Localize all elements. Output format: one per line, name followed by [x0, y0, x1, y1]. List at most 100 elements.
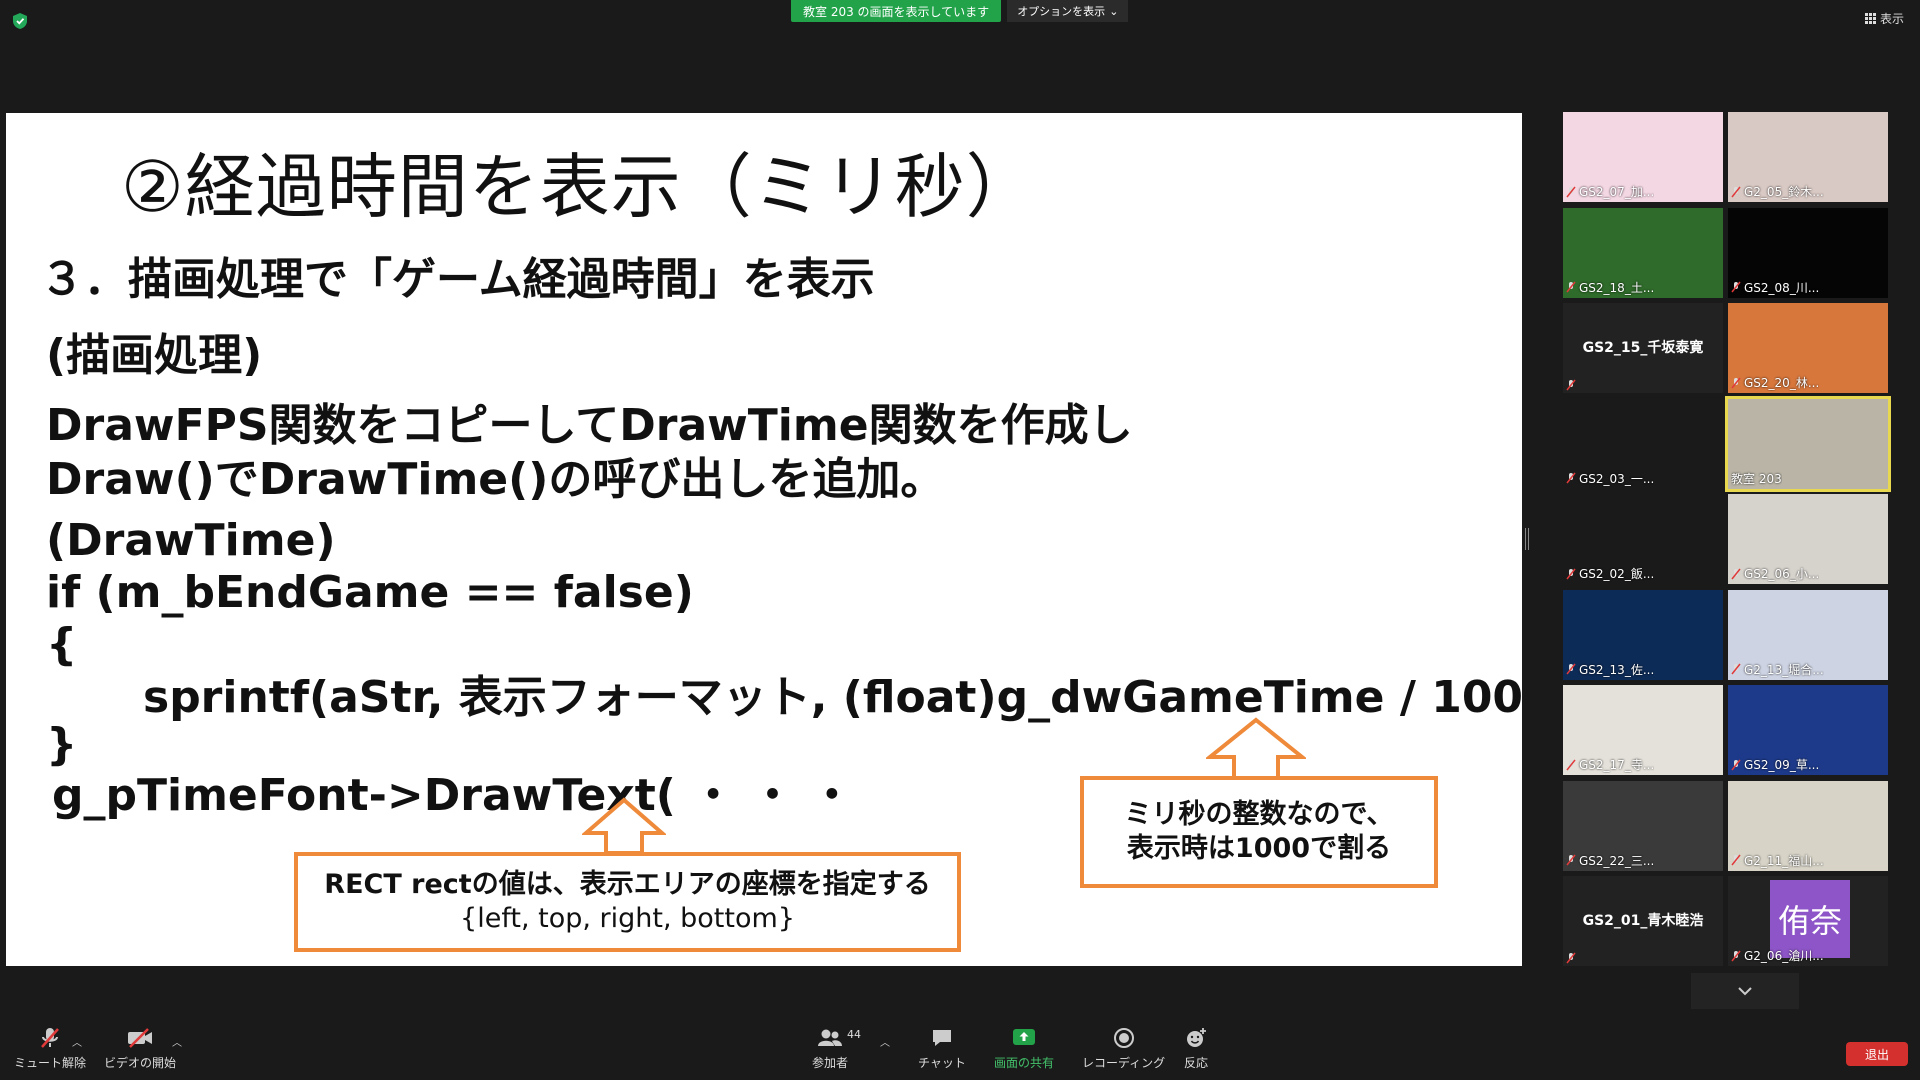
- view-button[interactable]: 表示: [1864, 10, 1904, 27]
- audio-options-caret-icon[interactable]: ︿: [72, 1034, 82, 1049]
- security-shield-icon[interactable]: [12, 12, 28, 30]
- mic-muted-icon: [1566, 854, 1576, 866]
- callout-line: RECT rectの値は、表示エリアの座標を指定する: [324, 869, 931, 901]
- participant-tile[interactable]: GS2_09_草...: [1728, 685, 1888, 775]
- mic-muted-icon: [1566, 952, 1576, 964]
- participant-name: GS2_17_寺...: [1579, 758, 1655, 772]
- participant-name-label: GS2_02_飯...: [1566, 565, 1654, 582]
- share-screen-button[interactable]: 画面の共有: [994, 1026, 1054, 1071]
- view-options-button[interactable]: オプションを表示 ⌄: [1007, 0, 1129, 22]
- slide-step-heading: ３．描画処理で「ゲーム経過時間」を表示: [40, 254, 875, 305]
- participant-tile[interactable]: GS2_06_小...: [1728, 494, 1888, 584]
- participant-name-label: G2_05_鈴木...: [1731, 183, 1824, 200]
- participant-name: GS2_20_林...: [1744, 376, 1820, 390]
- participant-name-label: GS2_08_川...: [1731, 279, 1819, 296]
- start-video-button[interactable]: ビデオの開始: [104, 1026, 176, 1071]
- split-resize-handle[interactable]: [1525, 528, 1529, 550]
- participant-name: GS2_01_青木睦浩: [1582, 913, 1704, 929]
- participant-name-label: G2_13_堀合...: [1731, 661, 1824, 678]
- callout-arrow: [1206, 717, 1306, 781]
- participant-tile[interactable]: GS2_01_青木睦浩: [1563, 876, 1723, 966]
- participant-tile[interactable]: G2_11_福山...: [1728, 780, 1888, 871]
- callout-arrow: [582, 797, 666, 855]
- grid-icon: [1864, 13, 1876, 24]
- chat-button[interactable]: チャット: [918, 1026, 966, 1071]
- start-video-label: ビデオの開始: [104, 1056, 177, 1070]
- mic-muted-icon: [1731, 281, 1741, 293]
- reactions-button[interactable]: 反応: [1184, 1026, 1208, 1071]
- participant-tile[interactable]: GS2_02_飯...: [1563, 494, 1723, 584]
- mic-muted-icon: [1566, 759, 1576, 770]
- participant-tile[interactable]: GS2_08_川...: [1728, 207, 1888, 298]
- participant-name-label: GS2_09_草...: [1731, 756, 1819, 773]
- chat-icon: [932, 1030, 951, 1046]
- callout-line: ミリ秒の整数なので、: [1124, 799, 1394, 831]
- record-button[interactable]: レコーディング: [1082, 1026, 1165, 1071]
- share-screen-label: 画面の共有: [994, 1056, 1055, 1070]
- video-options-caret-icon[interactable]: ︿: [172, 1034, 182, 1049]
- chevron-down-icon: ⌄: [1109, 4, 1119, 18]
- participant-name-label: G2_06_滄川...: [1731, 947, 1824, 964]
- participant-tile[interactable]: GS2_15_千坂泰寛: [1563, 303, 1723, 393]
- participant-name: GS2_22_三...: [1579, 853, 1655, 868]
- mic-muted-icon: [1731, 186, 1741, 197]
- participant-name: G2_06_滄川...: [1744, 949, 1824, 963]
- participants-button[interactable]: 参加者: [812, 1026, 848, 1071]
- record-label: レコーディング: [1082, 1056, 1166, 1070]
- gallery-next-page-button[interactable]: [1691, 973, 1799, 1009]
- mic-muted-icon: [1566, 379, 1576, 391]
- participant-name: GS2_09_草...: [1744, 758, 1820, 772]
- view-options-label: オプションを表示: [1017, 5, 1106, 18]
- participant-tile[interactable]: GS2_18_土...: [1563, 207, 1723, 298]
- mic-muted-icon: [1731, 759, 1741, 770]
- mic-muted-icon: [1566, 568, 1576, 579]
- mic-muted-icon: [1566, 472, 1576, 484]
- participant-name-label: 教室 203: [1731, 470, 1782, 487]
- participant-name: GS2_07_加...: [1579, 185, 1655, 199]
- mic-muted-icon: [1566, 186, 1576, 197]
- participant-name-label: GS2_13_佐...: [1566, 661, 1654, 678]
- participant-name: GS2_08_川...: [1744, 280, 1820, 295]
- participant-name-label: GS2_20_林...: [1731, 374, 1819, 391]
- callout-milli-note: ミリ秒の整数なので、 表示時は1000で割る: [1080, 776, 1438, 888]
- participants-icon: [818, 1029, 842, 1046]
- viewing-screen-label: 教室 203 の画面を表示しています: [791, 0, 1002, 22]
- slide-line: (描画処理): [46, 330, 263, 381]
- participant-tile[interactable]: GS2_03_一...: [1563, 398, 1723, 489]
- participants-label: 参加者: [812, 1056, 849, 1070]
- participant-name: GS2_02_飯...: [1579, 567, 1655, 581]
- callout-line: {left, top, right, bottom}: [460, 903, 795, 934]
- record-icon: [1113, 1028, 1134, 1048]
- mic-muted-icon: [1731, 377, 1741, 388]
- share-screen-icon: [1013, 1029, 1035, 1045]
- leave-meeting-button[interactable]: 退出: [1846, 1042, 1908, 1066]
- slide-code-line: g_pTimeFont->DrawText( ・ ・ ・: [52, 770, 854, 821]
- participant-name: 教室 203: [1731, 471, 1782, 486]
- participant-name: GS2_06_小...: [1744, 567, 1820, 581]
- participant-name: G2_05_鈴木...: [1744, 185, 1824, 199]
- participant-tile[interactable]: GS2_22_三...: [1563, 780, 1723, 871]
- chevron-down-icon: [1738, 987, 1752, 996]
- participants-options-caret-icon[interactable]: ︿: [880, 1034, 890, 1049]
- participant-name-label: GS2_22_三...: [1566, 852, 1654, 869]
- chat-label: チャット: [918, 1056, 966, 1070]
- participant-name-label: GS2_06_小...: [1731, 565, 1819, 582]
- participant-tile[interactable]: GS2_07_加...: [1563, 112, 1723, 202]
- share-banner: 教室 203 の画面を表示しています オプションを表示 ⌄: [791, 0, 1129, 22]
- mic-muted-icon: [1731, 854, 1741, 866]
- participant-tile[interactable]: 侑奈 G2_06_滄川...: [1728, 876, 1888, 966]
- participant-tile[interactable]: G2_13_堀合...: [1728, 589, 1888, 680]
- participant-tile[interactable]: GS2_20_林...: [1728, 303, 1888, 393]
- participant-tile[interactable]: GS2_13_佐...: [1563, 589, 1723, 680]
- mic-muted-icon: [1731, 663, 1741, 675]
- participant-name-label: GS2_07_加...: [1566, 183, 1654, 200]
- participant-name: G2_13_堀合...: [1744, 662, 1824, 677]
- participant-tile[interactable]: 教室 203: [1725, 395, 1891, 492]
- participant-tile[interactable]: GS2_17_寺...: [1563, 685, 1723, 775]
- participant-name: G2_11_福山...: [1744, 853, 1824, 868]
- unmute-label: ミュート解除: [14, 1056, 87, 1070]
- view-label: 表示: [1879, 12, 1904, 26]
- mic-muted-icon: [1731, 568, 1741, 579]
- slide-code-line: if (m_bEndGame == false): [46, 567, 694, 618]
- participant-tile[interactable]: G2_05_鈴木...: [1728, 112, 1888, 202]
